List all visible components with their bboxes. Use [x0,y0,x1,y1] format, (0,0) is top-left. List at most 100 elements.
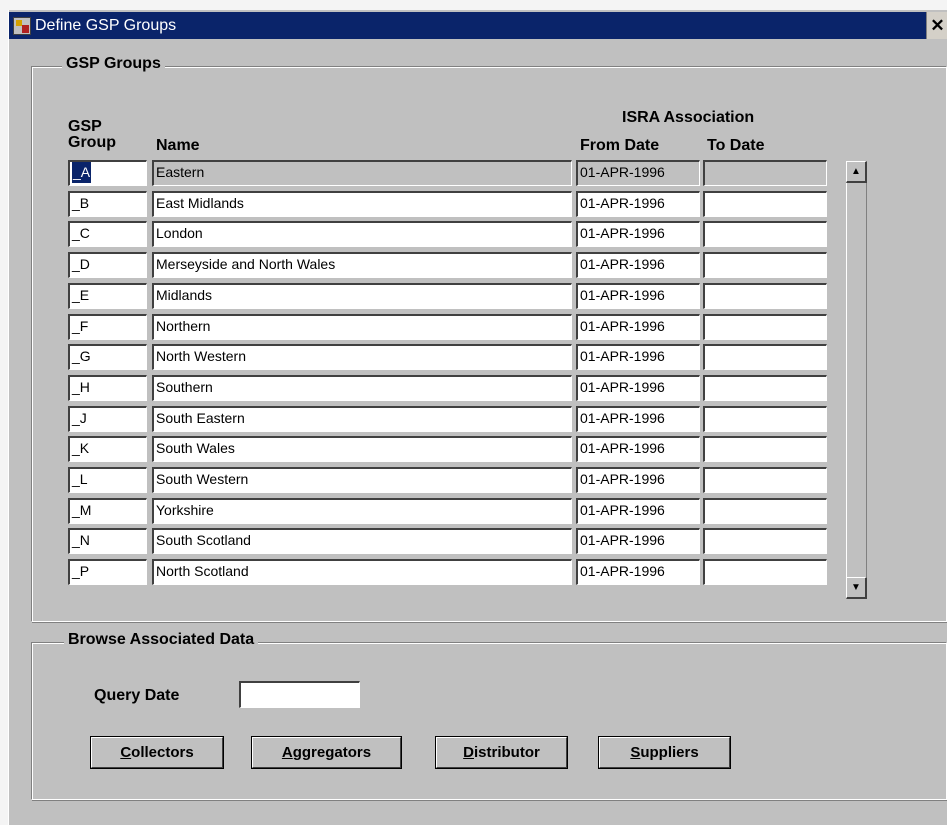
from-date-cell-text: 01-APR-1996 [580,379,665,395]
from-date-cell[interactable]: 01-APR-1996 [576,498,700,524]
gsp-group-name-cell-text: Merseyside and North Wales [156,256,336,272]
to-date-cell[interactable] [703,283,827,309]
from-date-cell[interactable]: 01-APR-1996 [576,283,700,309]
from-date-cell[interactable]: 01-APR-1996 [576,160,700,186]
to-date-cell[interactable] [703,436,827,462]
gsp-group-name-cell-text: South Wales [156,440,235,456]
gsp-group-code-cell[interactable]: _H [68,375,147,401]
gsp-group-name-cell[interactable]: South Wales [152,436,572,462]
close-icon[interactable]: ✕ [926,12,947,39]
to-date-cell[interactable] [703,406,827,432]
scroll-up-icon[interactable]: ▲ [846,161,867,183]
collectors-button[interactable]: Collectors [90,736,224,769]
gsp-group-name-cell[interactable]: Southern [152,375,572,401]
gsp-group-name-cell-text: South Scotland [156,532,251,548]
from-date-cell[interactable]: 01-APR-1996 [576,467,700,493]
gsp-group-code-cell[interactable]: _C [68,221,147,247]
gsp-group-name-cell[interactable]: East Midlands [152,191,572,217]
gsp-group-code-cell[interactable]: _G [68,344,147,370]
from-date-cell[interactable]: 01-APR-1996 [576,344,700,370]
gsp-group-code-cell[interactable]: _L [68,467,147,493]
header-to-date: To Date [707,137,765,154]
from-date-cell-text: 01-APR-1996 [580,563,665,579]
from-date-cell[interactable]: 01-APR-1996 [576,528,700,554]
gsp-group-name-cell[interactable]: Yorkshire [152,498,572,524]
distributor-label: istributor [474,744,540,761]
to-date-cell[interactable] [703,375,827,401]
header-name: Name [156,137,200,154]
vertical-scrollbar[interactable]: ▲ ▼ [846,161,867,599]
gsp-group-name-cell[interactable]: Eastern [152,160,572,186]
gsp-group-name-cell[interactable]: South Eastern [152,406,572,432]
gsp-group-name-cell[interactable]: Midlands [152,283,572,309]
distributor-button[interactable]: Distributor [435,736,568,769]
gsp-group-name-cell-text: North Scotland [156,563,249,579]
from-date-cell[interactable]: 01-APR-1996 [576,406,700,432]
gsp-group-code-cell[interactable]: _N [68,528,147,554]
gsp-group-code-cell[interactable]: _B [68,191,147,217]
aggregators-label: ggregators [292,744,372,761]
gsp-group-name-cell-text: Southern [156,379,213,395]
gsp-group-code-cell-text: _N [72,532,90,548]
from-date-cell[interactable]: 01-APR-1996 [576,559,700,585]
window-title: Define GSP Groups [35,16,177,34]
from-date-cell[interactable]: 01-APR-1996 [576,314,700,340]
gsp-group-code-cell-text: _J [72,410,87,426]
aggregators-button[interactable]: Aggregators [251,736,402,769]
browse-associated-data-legend: Browse Associated Data [64,631,259,649]
aggregators-mnemonic: A [281,744,293,761]
gsp-group-name-cell-text: South Eastern [156,410,245,426]
from-date-cell[interactable]: 01-APR-1996 [576,375,700,401]
gsp-group-name-cell[interactable]: North Scotland [152,559,572,585]
to-date-cell[interactable] [703,528,827,554]
gsp-group-code-cell[interactable]: _M [68,498,147,524]
gsp-group-name-cell[interactable]: London [152,221,572,247]
gsp-group-name-cell[interactable]: South Scotland [152,528,572,554]
from-date-cell-text: 01-APR-1996 [580,195,665,211]
gsp-group-code-cell[interactable]: _F [68,314,147,340]
from-date-cell-text: 01-APR-1996 [580,225,665,241]
to-date-cell[interactable] [703,160,827,186]
scroll-down-icon[interactable]: ▼ [846,577,867,599]
gsp-group-name-cell-text: East Midlands [156,195,244,211]
gsp-group-code-cell-text: _P [72,563,90,579]
title-bar[interactable]: Define GSP Groups ✕ [9,12,947,39]
from-date-cell[interactable]: 01-APR-1996 [576,221,700,247]
from-date-cell[interactable]: 01-APR-1996 [576,191,700,217]
suppliers-button[interactable]: Suppliers [598,736,731,769]
gsp-group-code-cell-text: _A [72,162,92,183]
gsp-group-code-cell[interactable]: _J [68,406,147,432]
gsp-group-name-cell[interactable]: North Western [152,344,572,370]
from-date-cell-text: 01-APR-1996 [580,471,665,487]
header-from-date: From Date [580,137,660,154]
to-date-cell[interactable] [703,221,827,247]
gsp-group-name-cell-text: Yorkshire [156,502,214,518]
from-date-cell-text: 01-APR-1996 [580,502,665,518]
gsp-group-code-cell[interactable]: _P [68,559,147,585]
gsp-group-code-cell[interactable]: _D [68,252,147,278]
define-gsp-groups-window: Define GSP Groups ✕ GSP Groups GSP Group… [8,10,947,825]
to-date-cell[interactable] [703,559,827,585]
from-date-cell[interactable]: 01-APR-1996 [576,252,700,278]
gsp-group-name-cell[interactable]: South Western [152,467,572,493]
to-date-cell[interactable] [703,314,827,340]
to-date-cell[interactable] [703,252,827,278]
query-date-label: Query Date [94,687,180,704]
gsp-group-name-cell[interactable]: Northern [152,314,572,340]
gsp-group-code-cell-text: _M [72,502,92,518]
header-gsp-line1: GSP [68,118,102,135]
gsp-group-code-cell[interactable]: _E [68,283,147,309]
gsp-group-name-cell-text: North Western [156,348,246,364]
from-date-cell[interactable]: 01-APR-1996 [576,436,700,462]
to-date-cell[interactable] [703,498,827,524]
gsp-group-code-cell-text: _D [72,256,90,272]
gsp-group-code-cell[interactable]: _K [68,436,147,462]
query-date-input[interactable] [239,681,360,708]
gsp-group-code-cell[interactable]: _A [68,160,147,186]
to-date-cell[interactable] [703,191,827,217]
to-date-cell[interactable] [703,344,827,370]
gsp-group-name-cell[interactable]: Merseyside and North Wales [152,252,572,278]
browse-associated-data-frame [31,642,947,800]
gsp-group-name-cell-text: South Western [156,471,249,487]
to-date-cell[interactable] [703,467,827,493]
